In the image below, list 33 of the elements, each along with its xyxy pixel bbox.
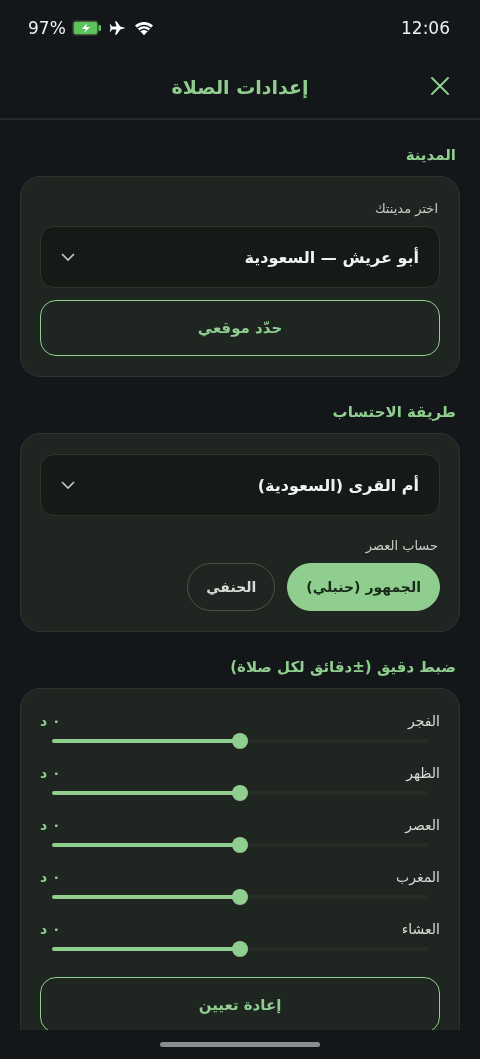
offset-reading: ٠ د <box>40 921 61 937</box>
prayer-name: العشاء <box>401 921 440 937</box>
slider-thumb[interactable] <box>232 785 248 801</box>
section-title: ضبط دقيق (±دقائق لكل صلاة) <box>229 658 456 676</box>
slider-thumb[interactable] <box>232 837 248 853</box>
battery-icon <box>71 20 102 36</box>
section-title: طريقة الاحتساب <box>331 403 456 421</box>
close-button[interactable] <box>428 74 452 98</box>
screen-title: إعدادات الصلاة <box>171 76 309 98</box>
section-title: المدينة <box>404 146 456 164</box>
offset-reading: ٠ د <box>40 713 61 729</box>
close-icon <box>430 76 450 96</box>
chevron-icon <box>61 481 75 489</box>
locate-button[interactable]: حدّد موقعي <box>40 300 440 356</box>
chevron-icon <box>61 253 75 261</box>
city-dropdown[interactable]: أبو عريش — السعودية <box>40 226 440 288</box>
offset-reading: ٠ د <box>40 869 61 885</box>
clock-time: 12:06 <box>401 18 450 38</box>
prayer-name: المغرب <box>396 869 440 885</box>
offset-reading: ٠ د <box>40 817 61 833</box>
slider-thumb[interactable] <box>232 941 248 957</box>
prayer-name: العصر <box>405 817 440 833</box>
slider-thumb[interactable] <box>232 733 248 749</box>
wifi-icon <box>133 19 154 37</box>
asr-option-chip[interactable]: الجمهور (حنبلي) <box>287 563 440 611</box>
method-dropdown[interactable]: أم القرى (السعودية) <box>40 454 440 516</box>
slider-thumb[interactable] <box>232 889 248 905</box>
prayer-name: الفجر <box>408 713 440 729</box>
prayer-name: الظهر <box>406 765 440 781</box>
field-label: حساب العصر <box>364 538 438 553</box>
battery-percent: 97% <box>28 18 66 38</box>
offset-reading: ٠ د <box>40 765 61 781</box>
field-label: اختر مدينتك <box>373 201 438 216</box>
